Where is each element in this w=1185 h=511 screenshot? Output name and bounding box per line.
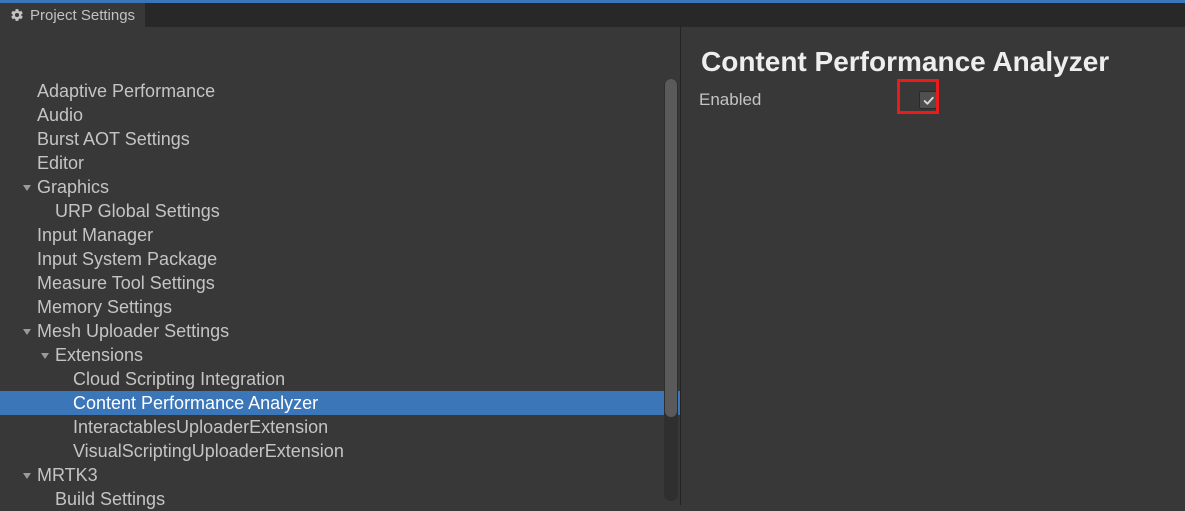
tree-item-label: Burst AOT Settings bbox=[34, 127, 190, 151]
field-enabled-label: Enabled bbox=[699, 90, 919, 110]
check-icon bbox=[922, 94, 935, 107]
scrollbar-track[interactable] bbox=[664, 79, 678, 501]
tree-item[interactable]: Adaptive Performance bbox=[0, 79, 680, 103]
tree-item-label: Audio bbox=[34, 103, 83, 127]
tree-item[interactable]: Mesh Uploader Settings bbox=[0, 319, 680, 343]
chevron-down-icon[interactable] bbox=[19, 471, 34, 481]
tree-item-label: Mesh Uploader Settings bbox=[34, 319, 229, 343]
tree-item[interactable]: Measure Tool Settings bbox=[0, 271, 680, 295]
tree-item[interactable]: Audio bbox=[0, 103, 680, 127]
tree-item[interactable]: Build Settings bbox=[0, 487, 680, 511]
tree-item-label: Cloud Scripting Integration bbox=[70, 367, 285, 391]
tree-item-label: Build Settings bbox=[52, 487, 165, 511]
tree-item-label: Graphics bbox=[34, 175, 109, 199]
tree-item-label: Extensions bbox=[52, 343, 143, 367]
tree-item-label: Content Performance Analyzer bbox=[70, 391, 318, 415]
gear-icon bbox=[10, 8, 24, 22]
tree-item[interactable]: VisualScriptingUploaderExtension bbox=[0, 439, 680, 463]
tree-item-label: Adaptive Performance bbox=[34, 79, 215, 103]
chevron-down-icon[interactable] bbox=[19, 327, 34, 337]
enabled-checkbox[interactable] bbox=[919, 91, 937, 109]
tree-item-label: Memory Settings bbox=[34, 295, 172, 319]
tree-item[interactable]: Extensions bbox=[0, 343, 680, 367]
tree-item[interactable]: MRTK3 bbox=[0, 463, 680, 487]
field-enabled: Enabled bbox=[699, 86, 1165, 114]
tree-item[interactable]: Content Performance Analyzer bbox=[0, 391, 680, 415]
tree-item[interactable]: Memory Settings bbox=[0, 295, 680, 319]
chevron-down-icon[interactable] bbox=[37, 351, 52, 361]
tree-item-label: Input System Package bbox=[34, 247, 217, 271]
chevron-down-icon[interactable] bbox=[19, 183, 34, 193]
tree-item-label: MRTK3 bbox=[34, 463, 98, 487]
tree-item[interactable]: Cloud Scripting Integration bbox=[0, 367, 680, 391]
scrollbar-thumb[interactable] bbox=[665, 79, 677, 417]
tree-item[interactable]: URP Global Settings bbox=[0, 199, 680, 223]
tree-item-label: URP Global Settings bbox=[52, 199, 220, 223]
tab-bar: Project Settings bbox=[0, 0, 1185, 27]
tree-item-label: VisualScriptingUploaderExtension bbox=[70, 439, 344, 463]
settings-tree[interactable]: Adaptive PerformanceAudioBurst AOT Setti… bbox=[0, 79, 680, 511]
tab-label: Project Settings bbox=[30, 7, 135, 24]
tree-item[interactable]: Graphics bbox=[0, 175, 680, 199]
tree-item[interactable]: Editor bbox=[0, 151, 680, 175]
tree-item[interactable]: Input System Package bbox=[0, 247, 680, 271]
tree-item[interactable]: InteractablesUploaderExtension bbox=[0, 415, 680, 439]
tree-item-label: Editor bbox=[34, 151, 84, 175]
tree-scrollbar[interactable] bbox=[664, 79, 678, 501]
body-split: Adaptive PerformanceAudioBurst AOT Setti… bbox=[0, 27, 1185, 505]
tree-item-label: InteractablesUploaderExtension bbox=[70, 415, 328, 439]
tree-item[interactable]: Burst AOT Settings bbox=[0, 127, 680, 151]
tree-item-label: Measure Tool Settings bbox=[34, 271, 215, 295]
panel-title: Content Performance Analyzer bbox=[701, 46, 1165, 78]
tree-item[interactable]: Input Manager bbox=[0, 223, 680, 247]
tree-item-label: Input Manager bbox=[34, 223, 153, 247]
details-pane: Content Performance Analyzer Enabled bbox=[680, 27, 1185, 505]
tab-project-settings[interactable]: Project Settings bbox=[0, 3, 145, 27]
settings-tree-pane: Adaptive PerformanceAudioBurst AOT Setti… bbox=[0, 27, 680, 505]
